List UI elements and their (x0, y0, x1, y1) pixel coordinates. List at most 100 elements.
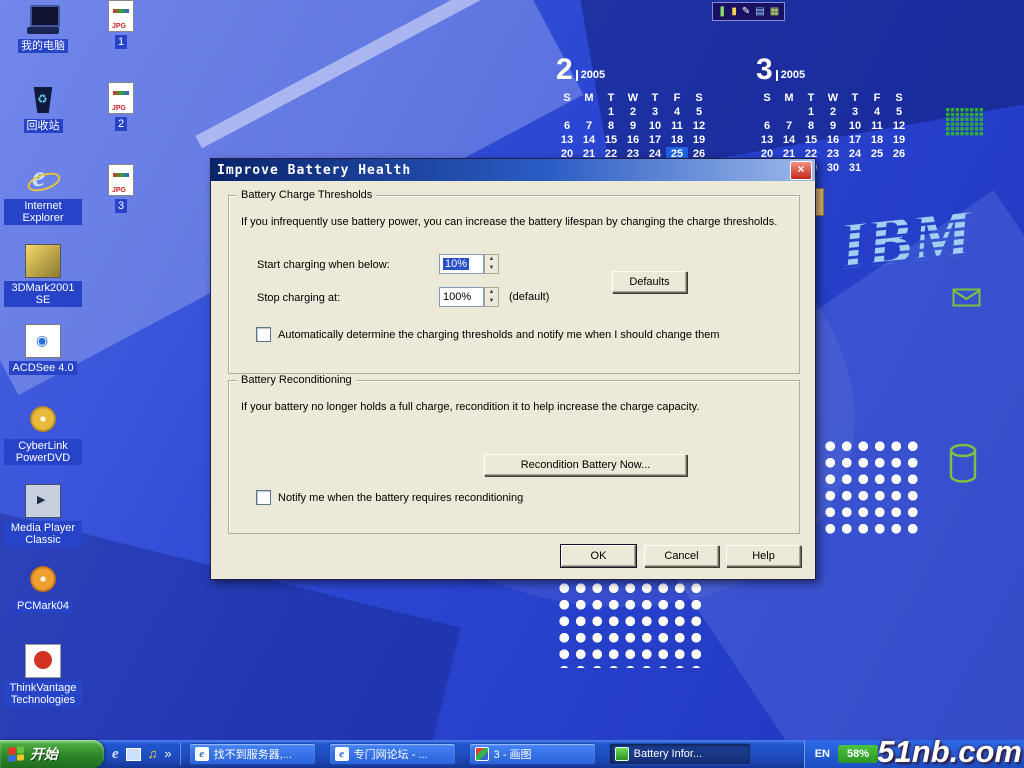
calendar-day: 15 (800, 133, 822, 147)
calendar-day: 23 (822, 147, 844, 161)
wallpaper-shape (195, 0, 484, 148)
desktop-icon[interactable]: ThinkVantage Technologies (4, 644, 82, 707)
start-threshold-value[interactable]: 10% (443, 258, 469, 270)
threedmark-icon (25, 244, 61, 278)
battery-charge-thresholds-group: Battery Charge Thresholds If you infrequ… (228, 195, 800, 374)
stop-threshold-field[interactable]: 100% (439, 287, 484, 307)
notes-icon[interactable]: ▦ (770, 4, 779, 19)
calendar-day-header: W (822, 91, 844, 105)
taskbar-task-button[interactable]: Battery Infor... (609, 743, 751, 765)
calendar-day-headers: SMTWTFS (756, 91, 910, 105)
auto-determine-checkbox[interactable] (256, 327, 271, 342)
desktop-icon[interactable]: Media Player Classic (4, 484, 82, 547)
calendar-day: 30 (822, 161, 844, 175)
defaults-button[interactable]: Defaults (612, 271, 687, 293)
thinkvantage-icon (25, 644, 61, 678)
desktop-icon[interactable]: Internet Explorer (4, 164, 82, 225)
calendar-day: 9 (822, 119, 844, 133)
calendar-day-headers: SMTWTFS (556, 91, 710, 105)
desktop-icon[interactable]: CyberLink PowerDVD (4, 404, 82, 465)
taskbar-task-button[interactable]: 3 - 画图 (469, 743, 596, 765)
desktop-icon[interactable]: 我的电脑 (4, 4, 82, 53)
desktop-icon-label: 2 (115, 117, 127, 131)
cancel-button[interactable]: Cancel (644, 545, 719, 567)
calendar-day-header: S (688, 91, 710, 105)
spin-up-icon[interactable]: ▲ (485, 288, 498, 297)
stop-threshold-value[interactable]: 100% (443, 291, 471, 303)
display-icon[interactable]: ▤ (755, 4, 764, 19)
recondition-battery-button[interactable]: Recondition Battery Now... (484, 454, 687, 476)
calendar-day: 10 (644, 119, 666, 133)
calendar-day: 31 (844, 161, 866, 175)
calendar-day: 7 (778, 119, 800, 133)
keyboard-grid-icon (946, 108, 984, 136)
help-button[interactable]: Help (726, 545, 801, 567)
calendar-day: 19 (688, 133, 710, 147)
calendar-header: 22005 (556, 57, 710, 83)
powerdvd-icon (26, 404, 60, 436)
calendar-day: 14 (778, 133, 800, 147)
calendar-day (578, 105, 600, 119)
desktop-icon[interactable]: ACDSee 4.0 (4, 324, 82, 375)
desktop-icon[interactable]: 1 (90, 0, 152, 49)
pen-icon[interactable]: ✎ (742, 4, 750, 19)
taskbar-task-button[interactable]: e专门网论坛 - ... (329, 743, 456, 765)
battery-icon[interactable]: ▮ (731, 4, 737, 19)
calendar-day: 9 (622, 119, 644, 133)
calendar-year: 2005 (776, 70, 805, 81)
close-icon[interactable]: × (790, 161, 812, 180)
chevron-icon[interactable]: » (164, 746, 171, 762)
task-button-label: Battery Infor... (634, 748, 702, 760)
show-desktop-icon[interactable] (126, 748, 141, 761)
desktop-icon[interactable]: 回收站 (4, 84, 82, 133)
spin-up-icon[interactable]: ▲ (485, 255, 498, 264)
calendar-week: 6789101112 (756, 119, 910, 133)
spin-down-icon[interactable]: ▼ (485, 297, 498, 306)
stop-threshold-spinner[interactable]: 100% ▲▼ (439, 287, 499, 307)
internet-explorer-icon[interactable]: e (112, 746, 119, 762)
desktop-icon-label: PCMark04 (14, 599, 72, 613)
ie-page-icon: e (195, 747, 209, 761)
calendar-day: 12 (688, 119, 710, 133)
calendar-day: 26 (888, 147, 910, 161)
battery-percent-badge[interactable]: 58% (838, 745, 878, 763)
calendar-day-header: F (666, 91, 688, 105)
ok-button[interactable]: OK (561, 545, 636, 567)
my-computer-icon (26, 4, 60, 36)
taskbar: 开始 e ♫ » e找不到服务器,... e专门网论坛 - ... 3 - 画图 Batt… (0, 740, 1024, 768)
calendar-day: 6 (556, 119, 578, 133)
notify-recondition-checkbox[interactable] (256, 490, 271, 505)
plug-icon[interactable]: ❚ (718, 4, 726, 19)
media-icon[interactable]: ♫ (148, 746, 158, 762)
calendar-day-header: W (622, 91, 644, 105)
calendar-day-header: F (866, 91, 888, 105)
desktop-icon-label: CyberLink PowerDVD (4, 439, 82, 465)
calendar-day: 11 (866, 119, 888, 133)
calendar-day: 15 (600, 133, 622, 147)
language-indicator[interactable]: EN (815, 748, 830, 760)
calendar-day: 12 (888, 119, 910, 133)
desktop-icon[interactable]: PCMark04 (4, 564, 82, 613)
taskbar-task-button[interactable]: e找不到服务器,... (189, 743, 316, 765)
dialog-titlebar[interactable]: Improve Battery Health × (211, 159, 815, 181)
spin-down-icon[interactable]: ▼ (485, 264, 498, 273)
acdsee-icon (25, 324, 61, 358)
calendar-day-header: S (756, 91, 778, 105)
start-button[interactable]: 开始 (0, 740, 104, 768)
desktop-icon[interactable]: 3DMark2001 SE (4, 244, 82, 307)
watermark: 51nb.com (877, 734, 1022, 768)
start-threshold-spinner[interactable]: 10% ▲▼ (439, 254, 499, 274)
calendar-day: 7 (578, 119, 600, 133)
ie-page-icon: e (335, 747, 349, 761)
desktop-icon[interactable]: 3 (90, 164, 152, 213)
calendar-day: 16 (622, 133, 644, 147)
desktop-icon-label: ACDSee 4.0 (9, 361, 76, 375)
start-charging-label: Start charging when below: (257, 259, 390, 271)
calendar-day: 10 (844, 119, 866, 133)
calendar-day-header: S (556, 91, 578, 105)
calendar-day: 6 (756, 119, 778, 133)
calendar-week: 13141516171819 (756, 133, 910, 147)
start-threshold-field[interactable]: 10% (439, 254, 484, 274)
desktop-icon[interactable]: 2 (90, 82, 152, 131)
battery-icon (615, 747, 629, 761)
